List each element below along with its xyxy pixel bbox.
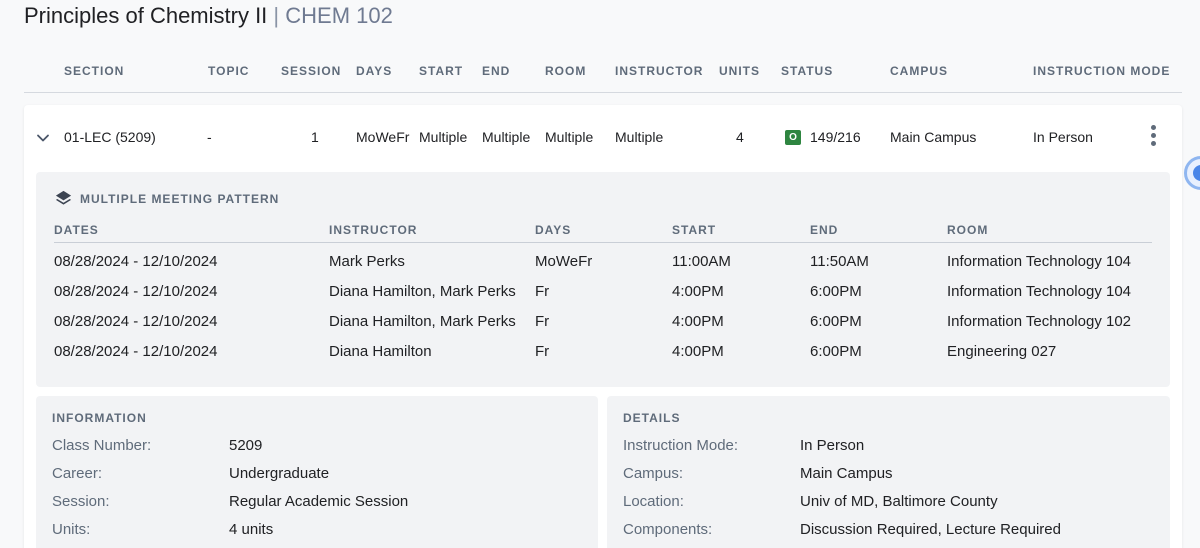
mp-row-days: Fr	[535, 313, 550, 330]
mp-row-instructor: Mark Perks	[329, 253, 405, 270]
info-value: Regular Academic Session	[229, 493, 409, 510]
mp-row-days: Fr	[535, 283, 550, 300]
mp-row-room: Engineering 027	[947, 343, 1057, 360]
col-header-campus[interactable]: CAMPUS	[890, 64, 948, 78]
mp-header-start: START	[672, 223, 717, 237]
col-header-days[interactable]: DAYS	[356, 64, 392, 78]
col-header-instructor[interactable]: INSTRUCTOR	[615, 64, 703, 78]
detail-value: Main Campus	[800, 465, 893, 482]
info-label: Class Number:	[52, 437, 152, 454]
mp-row-start: 11:00AM	[672, 253, 731, 270]
course-code: CHEM 102	[285, 3, 393, 28]
room-value: Multiple	[545, 129, 594, 145]
information-title: INFORMATION	[52, 411, 147, 425]
header-divider	[24, 92, 1182, 93]
mode-value: In Person	[1033, 129, 1093, 145]
detail-value: In Person	[800, 437, 865, 454]
session-value: 1	[311, 129, 319, 145]
mp-row-end: 6:00PM	[810, 343, 862, 360]
mp-row-instructor: Diana Hamilton, Mark Perks	[329, 283, 516, 300]
col-header-session[interactable]: SESSION	[281, 64, 341, 78]
mp-row-days: MoWeFr	[535, 253, 593, 270]
layers-icon	[55, 190, 72, 205]
mp-row-start: 4:00PM	[672, 343, 724, 360]
instructor-value: Multiple	[615, 129, 664, 145]
enrollment-count: 149/216	[810, 129, 861, 145]
status-open-badge: O	[785, 130, 801, 145]
detail-value: Univ of MD, Baltimore County	[800, 493, 998, 510]
course-name: Principles of Chemistry II	[24, 3, 268, 28]
mp-row-end: 6:00PM	[810, 313, 862, 330]
mp-row-instructor: Diana Hamilton	[329, 343, 432, 360]
col-header-end[interactable]: END	[482, 64, 510, 78]
detail-label: Components:	[623, 521, 713, 538]
mp-row-days: Fr	[535, 343, 550, 360]
detail-label: Location:	[623, 493, 684, 510]
mp-row-room: Information Technology 104	[947, 283, 1132, 300]
meeting-pattern-title: MULTIPLE MEETING PATTERN	[80, 192, 280, 206]
end-value: Multiple	[482, 129, 531, 145]
campus-value: Main Campus	[890, 129, 977, 145]
mp-row-dates: 08/28/2024 - 12/10/2024	[54, 253, 218, 270]
meeting-pattern-divider	[54, 242, 1152, 243]
more-vertical-icon[interactable]	[1148, 125, 1158, 151]
mp-row-end: 6:00PM	[810, 283, 862, 300]
info-label: Session:	[52, 493, 110, 510]
mp-row-room: Information Technology 104	[947, 253, 1132, 270]
mp-header-instructor: INSTRUCTOR	[329, 223, 418, 237]
mp-row-end: 11:50AM	[810, 253, 869, 270]
col-header-topic[interactable]: TOPIC	[208, 64, 249, 78]
col-header-units[interactable]: UNITS	[719, 64, 760, 78]
mp-row-start: 4:00PM	[672, 283, 724, 300]
col-header-instruction-mode[interactable]: INSTRUCTION MODE	[1033, 64, 1170, 78]
detail-value: Discussion Required, Lecture Required	[800, 521, 1061, 538]
floating-assistant-icon[interactable]	[1184, 156, 1200, 190]
details-title: DETAILS	[623, 411, 681, 425]
mp-header-dates: DATES	[54, 223, 99, 237]
info-label: Units:	[52, 521, 91, 538]
mp-row-dates: 08/28/2024 - 12/10/2024	[54, 283, 218, 300]
page-title: Principles of Chemistry II | CHEM 102	[24, 3, 393, 29]
col-header-status[interactable]: STATUS	[781, 64, 833, 78]
days-value: MoWeFr	[356, 129, 410, 145]
mp-row-dates: 08/28/2024 - 12/10/2024	[54, 313, 218, 330]
section-id: 01-LEC (5209)	[64, 129, 156, 145]
mp-row-instructor: Diana Hamilton, Mark Perks	[329, 313, 516, 330]
info-value: Undergraduate	[229, 465, 330, 482]
units-value: 4	[736, 129, 744, 145]
title-separator: |	[273, 3, 280, 28]
start-value: Multiple	[419, 129, 468, 145]
chevron-down-icon[interactable]	[36, 131, 50, 145]
col-header-room[interactable]: ROOM	[545, 64, 586, 78]
info-value: 4 units	[229, 521, 274, 538]
info-label: Career:	[52, 465, 103, 482]
detail-label: Instruction Mode:	[623, 437, 739, 454]
mp-header-days: DAYS	[535, 223, 572, 237]
mp-header-end: END	[810, 223, 839, 237]
mp-row-dates: 08/28/2024 - 12/10/2024	[54, 343, 218, 360]
detail-label: Campus:	[623, 465, 684, 482]
mp-row-room: Information Technology 102	[947, 313, 1132, 330]
topic-value: -	[207, 129, 212, 145]
mp-row-start: 4:00PM	[672, 313, 724, 330]
col-header-start[interactable]: START	[419, 64, 463, 78]
info-value: 5209	[229, 437, 263, 454]
mp-header-room: ROOM	[947, 223, 989, 237]
col-header-section[interactable]: SECTION	[64, 64, 124, 78]
